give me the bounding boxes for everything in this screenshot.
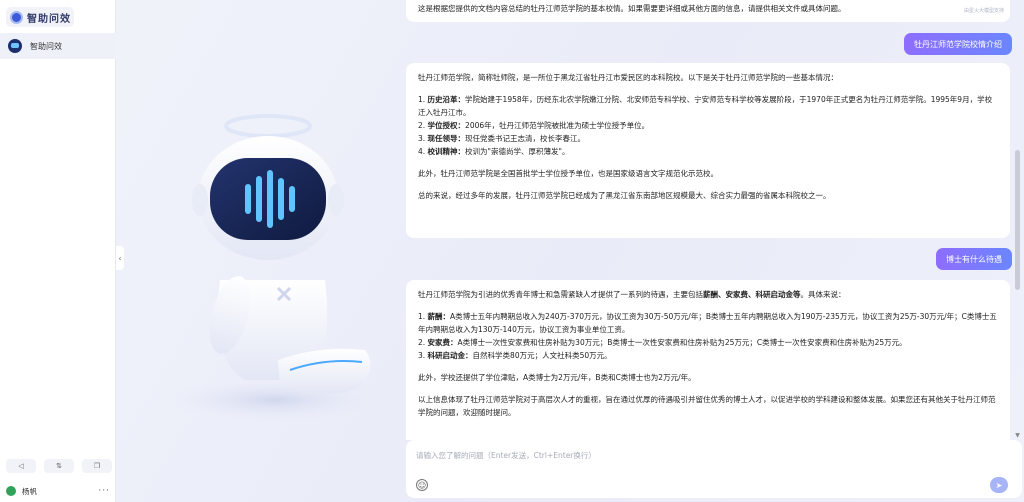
user-message: 牡丹江师范学院校情介绍: [904, 33, 1012, 55]
robot-avatar-icon: [8, 39, 22, 53]
ai-message: 牡丹江师范学院为引进的优秀青年博士和急需紧缺人才提供了一系列的待遇，主要包括薪酬…: [406, 280, 1010, 440]
sidebar-item-assistant[interactable]: 智助问效: [0, 33, 116, 59]
message-input[interactable]: [416, 448, 976, 462]
ai-message: 牡丹江师范学院，简称牡师院，是一所位于黑龙江省牡丹江市爱民区的本科院校。以下是关…: [406, 63, 1010, 238]
list-item: 1. 历史沿革：学院始建于1958年，历经东北农学院嫩江分院、北安师范专科学校、…: [418, 95, 993, 117]
copy-icon[interactable]: ❐: [82, 459, 112, 473]
robot-illustration: [165, 114, 385, 422]
app-logo[interactable]: 智助问效: [6, 7, 74, 27]
message-list: 1. 历史沿革：学院始建于1958年，历经东北农学院嫩江分院、北安师范专科学校、…: [418, 93, 998, 158]
more-options-icon[interactable]: ···: [98, 486, 110, 496]
chat-area: 这是根据您提供的文档内容总结的牡丹江师范学院的基本校情。如果需要更详细或其他方面…: [406, 0, 1012, 440]
sidebar: 智助问效 智助问效 ◁ ⇅ ❐ 杨帆 ···: [0, 0, 116, 502]
send-button[interactable]: ➤: [990, 477, 1008, 493]
message-list: 1. 薪酬：A类博士五年内聘期总收入为240万-370万元，协议工资为30万-5…: [418, 310, 998, 362]
message-extra: 此外，牡丹江师范学院是全国首批学士学位授予单位，也是国家级语言文字规范化示范校。: [418, 169, 718, 178]
message-extra: 此外，学校还提供了学位津贴，A类博士为2万元/年，B类和C类博士也为2万元/年。: [418, 373, 696, 382]
emoji-icon[interactable]: ☺: [416, 479, 428, 491]
scroll-down-icon[interactable]: ▼: [1013, 432, 1022, 440]
message-composer: ☺ ➤: [406, 440, 1022, 498]
scrollbar-thumb[interactable]: [1015, 150, 1020, 290]
swap-icon[interactable]: ⇅: [44, 459, 74, 473]
collapse-icon[interactable]: ◁: [6, 459, 36, 473]
user-profile[interactable]: 杨帆 ···: [6, 484, 110, 498]
message-intro: 牡丹江师范学院为引进的优秀青年博士和急需紧缺人才提供了一系列的待遇，主要包括薪酬…: [418, 290, 846, 299]
message-summary: 以上信息体现了牡丹江师范学院对于高层次人才的重视，旨在通过优厚的待遇吸引并留住优…: [418, 395, 996, 417]
logo-icon: [10, 10, 23, 24]
logo-text: 智助问效: [27, 13, 71, 25]
list-item: 3. 科研启动金：自然科学类80万元；人文社科类50万元。: [418, 351, 612, 360]
user-message: 博士有什么待遇: [936, 248, 1012, 270]
list-item: 3. 现任领导：现任党委书记王志清，校长李春江。: [418, 134, 586, 143]
user-name: 杨帆: [22, 486, 37, 496]
user-avatar: [6, 486, 16, 496]
sidebar-item-label: 智助问效: [30, 41, 62, 51]
message-intro: 牡丹江师范学院，简称牡师院，是一所位于黑龙江省牡丹江市爱民区的本科院校。以下是关…: [418, 73, 838, 82]
sidebar-collapse-handle[interactable]: ‹: [116, 246, 124, 270]
message-summary: 总的来说，经过多年的发展，牡丹江师范学院已经成为了黑龙江省东南部地区规模最大、综…: [418, 191, 831, 200]
chat-scrollbar[interactable]: [1013, 0, 1022, 440]
list-item: 1. 薪酬：A类博士五年内聘期总收入为240万-370万元，协议工资为30万-5…: [418, 312, 997, 334]
ai-message: 这是根据您提供的文档内容总结的牡丹江师范学院的基本校情。如果需要更详细或其他方面…: [406, 0, 1010, 22]
message-text: 这是根据您提供的文档内容总结的牡丹江师范学院的基本校情。如果需要更详细或其他方面…: [418, 4, 846, 13]
sidebar-toolbar: ◁ ⇅ ❐: [6, 459, 112, 473]
list-item: 4. 校训精神：校训为"崇德尚学、厚积薄发"。: [418, 147, 570, 156]
list-item: 2. 安家费：A类博士一次性安家费和住房补贴为30万元；B类博士一次性安家费和住…: [418, 338, 907, 347]
list-item: 2. 学位授权：2006年，牡丹江师范学院被批准为硕士学位授予单位。: [418, 121, 650, 130]
model-badge: 由星火大模型支持: [963, 8, 1004, 14]
